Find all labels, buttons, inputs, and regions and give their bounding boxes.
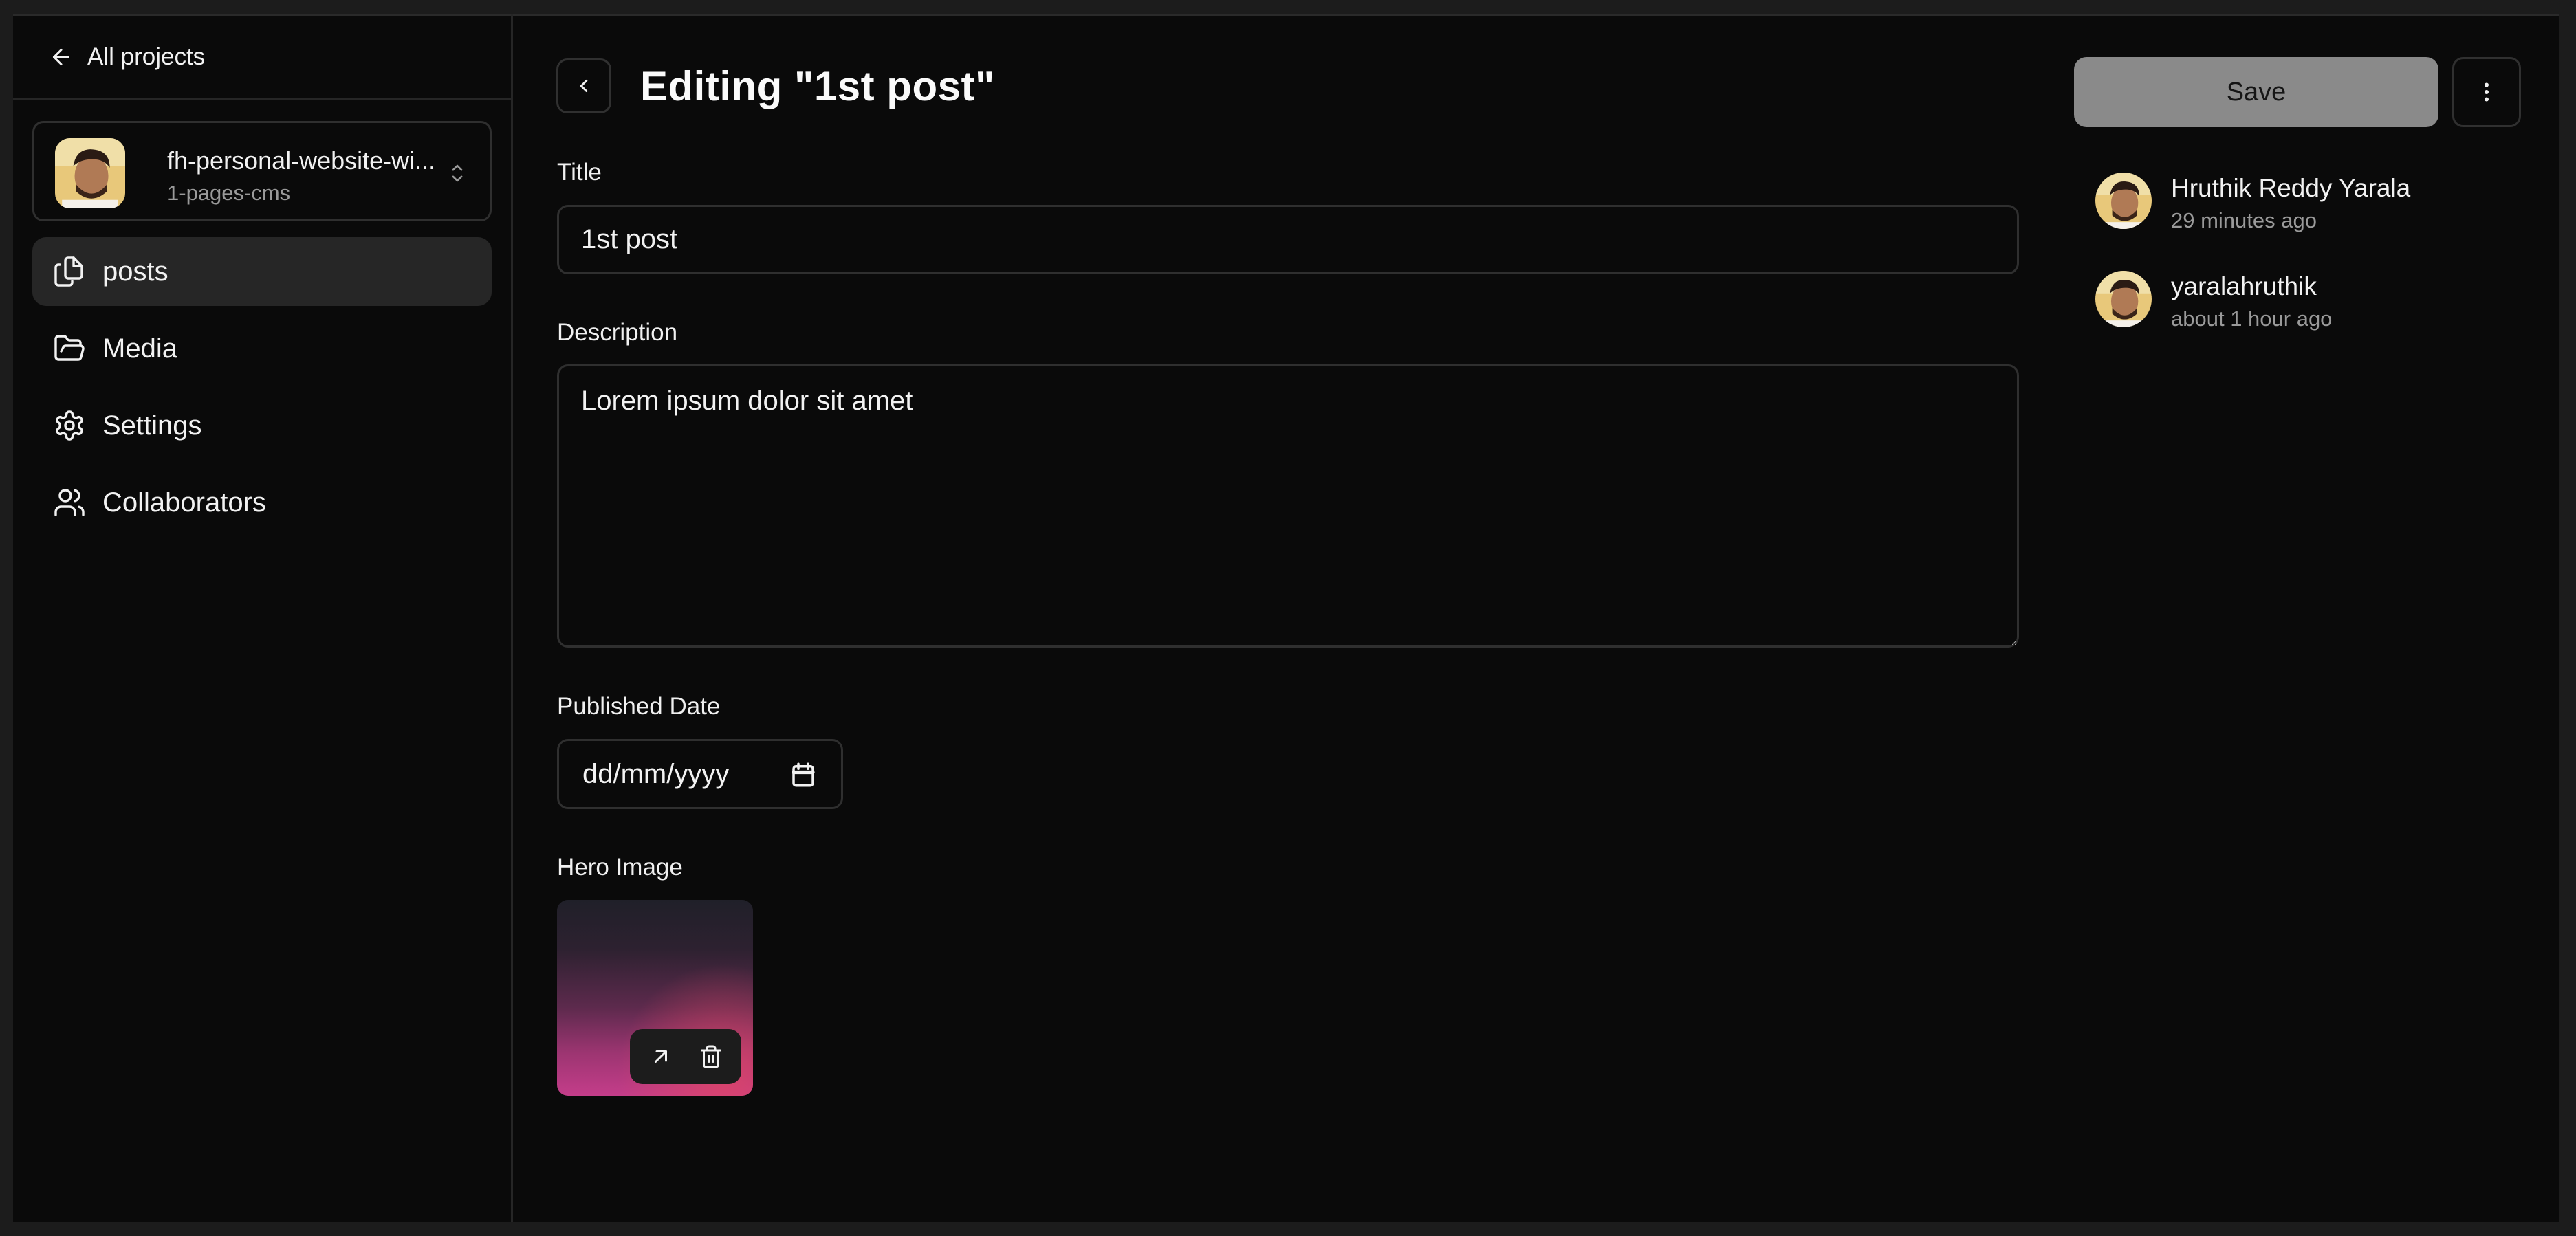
history-time: 29 minutes ago (2171, 208, 2317, 232)
sidebar-item-label: Media (102, 333, 177, 364)
published-date-input[interactable]: dd/mm/yyyy (557, 739, 843, 809)
description-label: Description (557, 319, 678, 346)
arrow-left-icon (53, 49, 69, 65)
history-author: yaralahruthik (2171, 272, 2317, 300)
chevron-left-icon (580, 80, 588, 92)
sidebar-item-settings[interactable]: Settings (32, 391, 492, 460)
users-icon (54, 489, 85, 516)
gear-icon (56, 410, 83, 441)
avatar (2095, 173, 2152, 229)
sidebar-item-media[interactable]: Media (32, 314, 492, 383)
published-date-label: Published Date (557, 693, 721, 720)
folder-open-icon (54, 335, 85, 361)
history-author: Hruthik Reddy Yarala (2171, 174, 2411, 202)
hero-image-thumbnail[interactable] (557, 900, 753, 1096)
trash-icon (700, 1045, 721, 1068)
chevrons-up-down-icon (452, 164, 463, 182)
delete-image-button[interactable] (696, 1041, 726, 1072)
more-vertical-icon (2485, 82, 2489, 102)
title-label: Title (557, 159, 602, 186)
open-image-button[interactable] (646, 1041, 676, 1072)
app-window: All projects fh-personal-website-wi... 1… (13, 14, 2559, 1222)
sidebar-item-label: posts (102, 256, 168, 287)
all-projects-label: All projects (87, 43, 206, 70)
project-switcher[interactable]: fh-personal-website-wi... 1-pages-cms (32, 121, 492, 221)
avatar (2095, 271, 2152, 327)
page-title: Editing "1st post" (640, 63, 995, 109)
save-button[interactable]: Save (2074, 57, 2438, 127)
sidebar-item-posts[interactable]: posts (32, 237, 492, 306)
sidebar-item-collaborators[interactable]: Collaborators (32, 468, 492, 537)
sidebar-divider (13, 98, 513, 100)
arrow-up-right-icon (654, 1050, 667, 1063)
sidebar: All projects fh-personal-website-wi... 1… (13, 14, 513, 1222)
hero-image-label: Hero Image (557, 854, 683, 881)
sidebar-item-label: Collaborators (102, 487, 266, 518)
project-branch: 1-pages-cms (167, 181, 291, 205)
all-projects-link[interactable]: All projects (49, 42, 205, 72)
sidebar-item-label: Settings (102, 410, 202, 441)
project-avatar (55, 138, 125, 208)
sidebar-nav: posts Media Settings Collaborators (32, 237, 492, 545)
back-button[interactable] (556, 58, 611, 113)
project-name: fh-personal-website-wi... (167, 146, 436, 175)
title-input[interactable] (557, 205, 2019, 274)
more-options-button[interactable] (2452, 57, 2521, 127)
description-textarea[interactable]: Lorem ipsum dolor sit amet (557, 364, 2019, 648)
hero-image-toolbar (630, 1029, 741, 1084)
files-icon (54, 256, 83, 287)
history-time: about 1 hour ago (2171, 307, 2333, 331)
date-placeholder: dd/mm/yyyy (582, 759, 730, 789)
calendar-icon[interactable] (789, 760, 818, 789)
